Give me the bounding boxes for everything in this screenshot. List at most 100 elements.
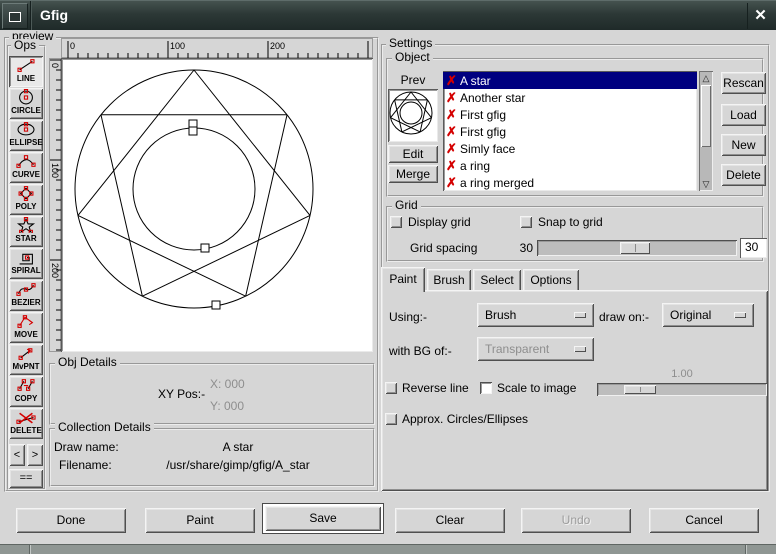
tool-label: LINE (9, 74, 43, 83)
drawing-canvas[interactable] (61, 58, 373, 352)
close-icon[interactable]: ✕ (747, 3, 773, 29)
reverse-line-label: Reverse line (402, 381, 469, 395)
window-menu-button[interactable] (2, 3, 28, 29)
tab-brush[interactable]: Brush (427, 269, 471, 291)
scale-to-image-label: Scale to image (497, 381, 576, 395)
tool-mvpnt-button[interactable]: MvPNT (9, 344, 43, 375)
paint-button[interactable]: Paint (145, 508, 255, 533)
bezier-icon (9, 281, 43, 298)
rescan-button[interactable]: Rescan (721, 72, 766, 94)
delete-cross-icon: ✗ (446, 107, 460, 122)
tool-star-button[interactable]: STAR (9, 216, 43, 247)
object-list-item[interactable]: ✗First gfig (443, 106, 697, 123)
object-list-scrollbar[interactable]: △ ▽ (699, 71, 713, 191)
with-bg-dropdown-value: Transparent (485, 342, 549, 356)
using-dropdown[interactable]: Brush (477, 303, 594, 327)
display-grid-checkbox[interactable] (390, 216, 402, 228)
grid-frame-label: Grid (392, 199, 421, 212)
tool-circle-button[interactable]: CIRCLE (9, 88, 43, 119)
snap-to-grid-checkbox[interactable] (520, 216, 532, 228)
tool-poly-button[interactable]: POLY (9, 184, 43, 215)
with-bg-label: with BG of:- (389, 344, 452, 358)
dropdown-indicator-icon (574, 312, 586, 318)
object-list-item[interactable]: ✗a ring merged (443, 174, 697, 191)
object-name: First gfig (460, 125, 506, 139)
prev-object-button[interactable]: < (9, 444, 25, 466)
tool-label: BEZIER (9, 298, 43, 307)
dropdown-indicator-icon (574, 346, 586, 352)
object-list-item[interactable]: ✗a ring (443, 157, 697, 174)
clear-button[interactable]: Clear (395, 508, 505, 533)
object-list[interactable]: ✗A star✗Another star✗First gfig✗First gf… (443, 71, 697, 191)
grid-spacing-label: Grid spacing (410, 241, 477, 255)
tool-line-button[interactable]: LINE (9, 56, 43, 87)
new-button[interactable]: New (721, 134, 766, 156)
tab-options[interactable]: Options (523, 269, 579, 291)
grid-spacing-entry[interactable]: 30 (740, 238, 767, 258)
vertical-ruler: 0100200 (49, 58, 61, 352)
delete-cross-icon: ✗ (446, 90, 460, 105)
next-object-button[interactable]: > (27, 444, 43, 466)
scale-value-label: 1.00 (597, 368, 767, 380)
delete-cross-icon: ✗ (446, 141, 460, 156)
edit-button[interactable]: Edit (388, 145, 438, 163)
scrollbar-down-icon[interactable]: ▽ (699, 177, 713, 191)
filename-value: /usr/share/gimp/gfig/A_star (110, 458, 366, 472)
svg-text:100: 100 (170, 41, 185, 51)
tool-label: ELLIPSE (9, 138, 43, 147)
show-all-button[interactable]: == (9, 469, 43, 488)
using-label: Using:- (389, 310, 427, 324)
tool-copy-button[interactable]: COPY (9, 376, 43, 407)
tool-label: SPIRAL (9, 266, 43, 275)
scale-slider[interactable] (597, 383, 767, 396)
object-name: a ring merged (460, 176, 534, 190)
cancel-button[interactable]: Cancel (649, 508, 759, 533)
scale-to-image-checkbox[interactable] (480, 382, 492, 394)
object-list-item[interactable]: ✗Simly face (443, 140, 697, 157)
window-menu-icon (9, 12, 21, 22)
merge-button[interactable]: Merge (388, 165, 438, 183)
tool-delete-button[interactable]: DELETE (9, 408, 43, 439)
ops-frame-label: Ops (11, 39, 39, 52)
tool-curve-button[interactable]: CURVE (9, 152, 43, 183)
delete-button[interactable]: Delete (721, 164, 766, 186)
grid-spacing-slider[interactable] (537, 240, 737, 256)
tool-spiral-button[interactable]: SPIRAL (9, 248, 43, 279)
object-list-item[interactable]: ✗First gfig (443, 123, 697, 140)
object-name: First gfig (460, 108, 506, 122)
object-list-item[interactable]: ✗Another star (443, 89, 697, 106)
svg-text:200: 200 (50, 263, 60, 278)
tool-move-button[interactable]: MOVE (9, 312, 43, 343)
object-name: A star (460, 74, 491, 88)
using-dropdown-value: Brush (485, 308, 516, 322)
control-point-handle (201, 244, 209, 252)
grid-spacing-min-value: 30 (505, 241, 533, 255)
reverse-line-checkbox[interactable] (385, 382, 397, 394)
undo-button[interactable]: Undo (521, 508, 631, 533)
scale-slider-handle[interactable] (624, 385, 656, 394)
approx-circles-checkbox[interactable] (385, 413, 397, 425)
load-button[interactable]: Load (721, 104, 766, 126)
done-button[interactable]: Done (16, 508, 126, 533)
window-title: Gfig (40, 7, 68, 23)
object-name: Another star (460, 91, 525, 105)
save-button[interactable]: Save (265, 506, 381, 531)
poly-icon (9, 185, 43, 202)
display-grid-label: Display grid (408, 215, 471, 229)
window-resize-bar[interactable] (0, 544, 776, 554)
delete-cross-icon: ✗ (446, 73, 460, 88)
scrollbar-up-icon[interactable]: △ (699, 71, 713, 85)
scrollbar-thumb[interactable] (701, 85, 711, 147)
tool-label: DELETE (9, 426, 43, 435)
settings-frame-label: Settings (386, 37, 435, 50)
draw-name-value: A star (110, 440, 366, 454)
tab-select[interactable]: Select (473, 269, 521, 291)
delete-cross-icon: ✗ (446, 124, 460, 139)
tab-paint[interactable]: Paint (381, 267, 425, 292)
tool-bezier-button[interactable]: BEZIER (9, 280, 43, 311)
tool-label: MvPNT (9, 362, 43, 371)
draw-on-dropdown[interactable]: Original (662, 303, 754, 327)
tool-ellipse-button[interactable]: ELLIPSE (9, 120, 43, 151)
grid-spacing-slider-handle[interactable] (620, 242, 650, 254)
object-list-item[interactable]: ✗A star (443, 72, 697, 89)
